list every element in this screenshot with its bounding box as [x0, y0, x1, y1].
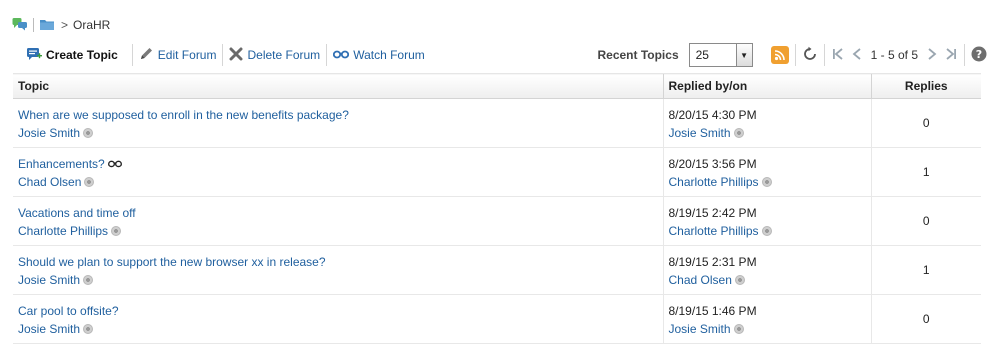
- presence-icon[interactable]: [83, 275, 94, 285]
- table-row: Vacations and time off Charlotte Phillip…: [13, 196, 981, 246]
- replied-cell: 8/19/15 2:31 PM Chad Olsen: [662, 245, 871, 295]
- presence-icon[interactable]: [734, 275, 745, 285]
- column-header-replies[interactable]: Replies: [870, 73, 981, 99]
- topic-author-link[interactable]: Chad Olsen: [18, 175, 81, 189]
- toolbar-divider: [964, 44, 965, 66]
- presence-icon[interactable]: [111, 226, 122, 236]
- topic-cell: Should we plan to support the new browse…: [13, 245, 663, 295]
- column-header-replied[interactable]: Replied by/on: [662, 73, 871, 99]
- topics-table: Topic Replied by/on Replies When are we …: [13, 73, 981, 344]
- pencil-icon: [139, 46, 154, 64]
- breadcrumb-current: OraHR: [73, 18, 111, 32]
- glasses-icon: [107, 157, 122, 171]
- breadcrumb-separator: >: [61, 18, 69, 32]
- svg-text:?: ?: [976, 48, 982, 61]
- replies-count: 0: [870, 196, 981, 246]
- replied-cell: 8/20/15 4:30 PM Josie Smith: [662, 98, 871, 148]
- replied-by-link[interactable]: Charlotte Phillips: [669, 224, 759, 238]
- replies-count: 0: [870, 294, 981, 344]
- topic-cell: Enhancements? Chad Olsen: [13, 147, 663, 197]
- help-icon[interactable]: ?: [971, 46, 987, 65]
- replies-count: 1: [870, 245, 981, 295]
- delete-forum-label: Delete Forum: [247, 48, 321, 62]
- last-page-icon[interactable]: [944, 47, 958, 64]
- replied-date: 8/20/15 3:56 PM: [668, 157, 757, 171]
- topic-title-link[interactable]: Vacations and time off: [18, 206, 136, 220]
- next-page-icon[interactable]: [926, 47, 938, 64]
- toolbar-divider: [794, 44, 796, 66]
- forum-toolbar: Create Topic Edit Forum Delete Forum Wat…: [12, 42, 987, 68]
- presence-icon[interactable]: [83, 128, 94, 138]
- table-row: Enhancements? Chad Olsen 8/20/15 3:56 PM…: [13, 147, 981, 197]
- replied-by-link[interactable]: Chad Olsen: [669, 273, 732, 287]
- topic-author-link[interactable]: Josie Smith: [18, 273, 80, 287]
- topic-author-link[interactable]: Charlotte Phillips: [18, 224, 108, 238]
- delete-x-icon: [229, 47, 243, 64]
- topic-cell: When are we supposed to enroll in the ne…: [13, 98, 663, 148]
- pagination-range: 1 - 5 of 5: [870, 48, 918, 62]
- presence-icon[interactable]: [83, 324, 94, 334]
- topic-cell: Car pool to offsite? Josie Smith: [13, 294, 663, 344]
- replies-count: 1: [870, 147, 981, 197]
- create-topic-button[interactable]: Create Topic: [12, 43, 124, 67]
- discussions-icon[interactable]: [12, 17, 28, 34]
- edit-forum-label: Edit Forum: [157, 48, 217, 62]
- presence-icon[interactable]: [761, 177, 772, 187]
- replied-cell: 8/20/15 3:56 PM Charlotte Phillips: [662, 147, 871, 197]
- topic-title-link[interactable]: Should we plan to support the new browse…: [18, 255, 326, 269]
- replied-cell: 8/19/15 1:46 PM Josie Smith: [662, 294, 871, 344]
- table-row: Car pool to offsite? Josie Smith 8/19/15…: [13, 294, 981, 344]
- presence-icon[interactable]: [84, 177, 95, 187]
- replied-by-link[interactable]: Josie Smith: [669, 126, 731, 140]
- chevron-down-icon[interactable]: ▼: [735, 44, 752, 66]
- create-topic-icon: [26, 46, 42, 65]
- recent-topics-label: Recent Topics: [597, 48, 679, 62]
- topic-author-link[interactable]: Josie Smith: [18, 322, 80, 336]
- presence-icon[interactable]: [761, 226, 772, 236]
- delete-forum-button[interactable]: Delete Forum: [223, 43, 326, 67]
- rss-icon[interactable]: [770, 46, 789, 64]
- replied-by-link[interactable]: Charlotte Phillips: [669, 175, 759, 189]
- recent-topics-value: 25: [695, 48, 709, 62]
- presence-icon[interactable]: [733, 128, 744, 138]
- replies-count: 0: [870, 98, 981, 148]
- first-page-icon[interactable]: [831, 47, 845, 64]
- recent-topics-select[interactable]: 25 ▼: [688, 43, 753, 67]
- table-row: When are we supposed to enroll in the ne…: [13, 98, 981, 148]
- glasses-icon: [333, 48, 350, 62]
- presence-icon[interactable]: [733, 324, 744, 334]
- table-row: Should we plan to support the new browse…: [13, 245, 981, 295]
- prev-page-icon[interactable]: [851, 47, 863, 64]
- column-header-topic[interactable]: Topic: [13, 73, 663, 99]
- replied-date: 8/19/15 2:31 PM: [668, 255, 757, 269]
- topic-cell: Vacations and time off Charlotte Phillip…: [13, 196, 663, 246]
- toolbar-right: Recent Topics 25 ▼ 1 - 5 of 5 ?: [597, 43, 987, 67]
- replied-date: 8/20/15 4:30 PM: [668, 108, 757, 122]
- edit-forum-button[interactable]: Edit Forum: [133, 43, 223, 67]
- replied-date: 8/19/15 1:46 PM: [668, 304, 757, 318]
- forum-folder-icon[interactable]: [39, 17, 55, 34]
- replied-cell: 8/19/15 2:42 PM Charlotte Phillips: [662, 196, 871, 246]
- toolbar-divider: [823, 44, 825, 66]
- topic-title-link[interactable]: When are we supposed to enroll in the ne…: [18, 108, 349, 122]
- create-topic-label: Create Topic: [46, 48, 118, 62]
- refresh-icon[interactable]: [802, 46, 818, 65]
- replied-date: 8/19/15 2:42 PM: [668, 206, 757, 220]
- watch-forum-button[interactable]: Watch Forum: [327, 43, 431, 67]
- topic-title-link[interactable]: Enhancements?: [18, 157, 105, 171]
- watch-forum-label: Watch Forum: [353, 48, 425, 62]
- table-header-row: Topic Replied by/on Replies: [13, 73, 981, 99]
- breadcrumb: > OraHR: [12, 17, 110, 33]
- topic-author-link[interactable]: Josie Smith: [18, 126, 80, 140]
- replied-by-link[interactable]: Josie Smith: [669, 322, 731, 336]
- topic-title-link[interactable]: Car pool to offsite?: [18, 304, 119, 318]
